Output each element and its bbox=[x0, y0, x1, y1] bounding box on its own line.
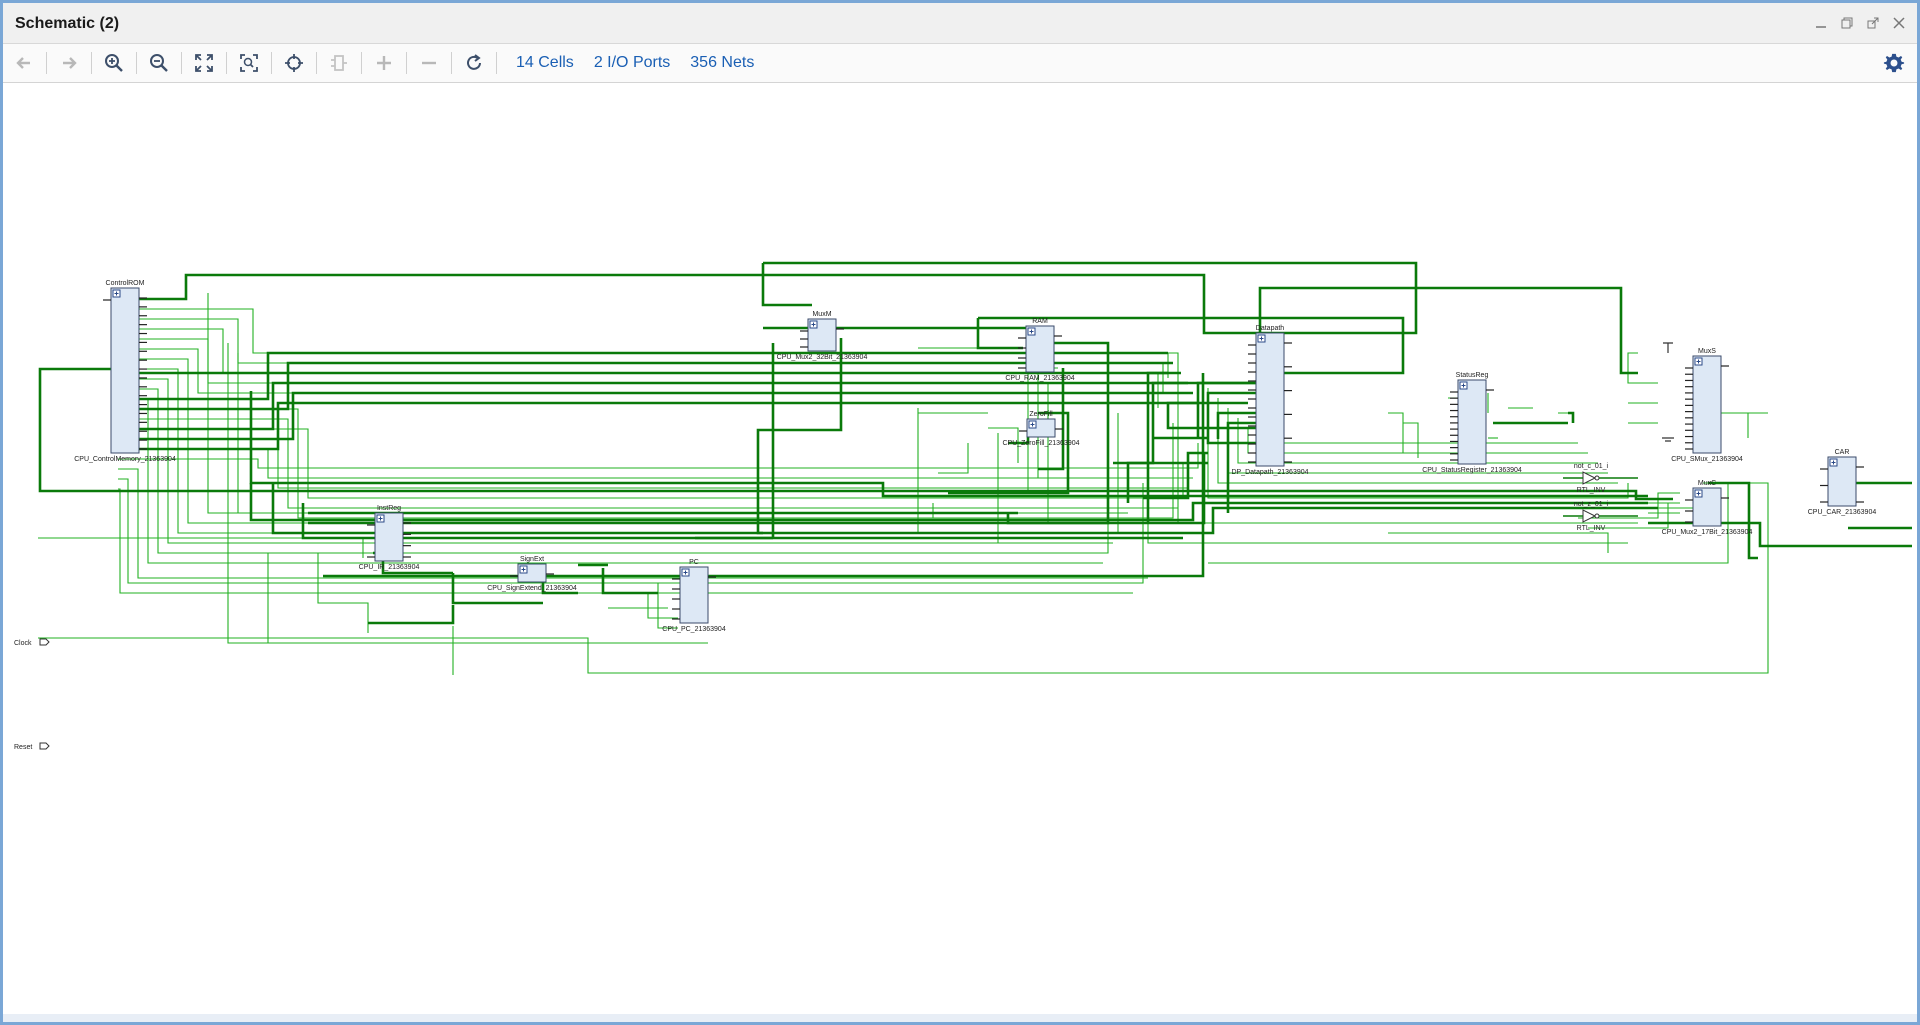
inverter-inv2[interactable]: not_z_01_i RTL_INV bbox=[1563, 501, 1638, 532]
supply-symbols bbox=[1662, 342, 1674, 442]
cell-module-label: CPU_CAR_21363904 bbox=[1808, 509, 1877, 516]
cells-count-link[interactable]: 14 Cells bbox=[516, 54, 574, 72]
minimize-icon[interactable] bbox=[1811, 13, 1831, 33]
io-port-reset[interactable]: Reset bbox=[14, 742, 50, 751]
toolbar-separator bbox=[46, 52, 47, 74]
toolbar-separator bbox=[451, 52, 452, 74]
cell-module-label: CPU_StatusRegister_21363904 bbox=[1422, 467, 1522, 474]
inverter-type-label: RTL_INV bbox=[1577, 487, 1606, 494]
cell-instance-label: MuxC bbox=[1698, 480, 1716, 487]
toolbar-separator bbox=[316, 52, 317, 74]
toolbar-separator bbox=[406, 52, 407, 74]
gear-icon[interactable] bbox=[1883, 52, 1905, 74]
expand-button[interactable] bbox=[318, 48, 360, 78]
cell-module-label: DP_Datapath_21363904 bbox=[1231, 469, 1308, 476]
plus-icon bbox=[377, 56, 391, 70]
zoom-area-icon bbox=[240, 54, 258, 72]
float-icon[interactable] bbox=[1863, 13, 1883, 33]
cell-module-label: CPU_ControlMemory_21363904 bbox=[74, 456, 176, 463]
cell-instance-label: Datapath bbox=[1256, 325, 1285, 332]
zoom-out-icon bbox=[150, 54, 168, 72]
schematic-canvas[interactable]: ControlROM CPU_ControlMemory_21363904 MuxM… bbox=[8, 83, 1912, 1014]
window-controls bbox=[1811, 13, 1909, 33]
cell-module-label: CPU_SignExtend_21363904 bbox=[487, 585, 577, 592]
cell-instance-label: MuxS bbox=[1698, 348, 1716, 355]
cell-muxs[interactable]: MuxS CPU_SMux_21363904 bbox=[1671, 348, 1743, 463]
inverter-type-label: RTL_INV bbox=[1577, 525, 1606, 532]
toolbar-separator bbox=[271, 52, 272, 74]
cell-module-label: CPU_PC_21363904 bbox=[662, 626, 726, 633]
cell-muxm[interactable]: MuxM CPU_Mux2_32Bit_21363904 bbox=[777, 311, 868, 361]
toolbar-separator bbox=[496, 52, 497, 74]
fit-icon bbox=[195, 54, 213, 72]
nets-count-link[interactable]: 356 Nets bbox=[690, 54, 754, 72]
cell-controlrom[interactable]: ControlROM CPU_ControlMemory_21363904 bbox=[74, 280, 176, 463]
cell-instance-label: StatusReg bbox=[1456, 372, 1489, 379]
zoom-out-button[interactable] bbox=[138, 48, 180, 78]
forward-button[interactable] bbox=[48, 48, 90, 78]
remove-button[interactable] bbox=[408, 48, 450, 78]
cell-module-label: CPU_SMux_21363904 bbox=[1671, 456, 1743, 463]
net-group-bus bbox=[38, 261, 1912, 625]
toolbar: 14 Cells 2 I/O Ports 356 Nets bbox=[3, 44, 1917, 83]
restore-icon[interactable] bbox=[1837, 13, 1857, 33]
toolbar-separator bbox=[91, 52, 92, 74]
toolbar-separator bbox=[136, 52, 137, 74]
cell-module-label: CPU_ZeroFill_21363904 bbox=[1002, 440, 1079, 447]
cell-pc[interactable]: PC CPU_PC_21363904 bbox=[662, 559, 726, 633]
close-icon[interactable] bbox=[1889, 13, 1909, 33]
toolbar-separator bbox=[226, 52, 227, 74]
ports-layer: Clock Reset bbox=[14, 638, 50, 751]
select-button[interactable] bbox=[273, 48, 315, 78]
cell-module-label: CPU_RAM_21363904 bbox=[1005, 375, 1074, 382]
refresh-icon bbox=[467, 54, 481, 70]
window-title: Schematic (2) bbox=[15, 15, 120, 32]
cell-instance-label: RAM bbox=[1032, 318, 1048, 325]
toolbar-separator bbox=[181, 52, 182, 74]
cell-module-label: CPU_IR_21363904 bbox=[359, 564, 420, 571]
cell-instance-label: SignExt bbox=[520, 556, 544, 563]
cell-instance-label: InstReg bbox=[377, 505, 401, 512]
inverter-inv1[interactable]: not_c_01_i RTL_INV bbox=[1563, 463, 1638, 494]
back-button[interactable] bbox=[3, 48, 45, 78]
title-bar: Schematic (2) bbox=[3, 3, 1917, 44]
zoom-area-button[interactable] bbox=[228, 48, 270, 78]
cell-instance-label: ControlROM bbox=[106, 280, 145, 287]
zoom-in-button[interactable] bbox=[93, 48, 135, 78]
cell-instance-label: ZeroFill bbox=[1029, 411, 1053, 418]
cell-instance-label: CAR bbox=[1835, 449, 1850, 456]
cell-instance-label: MuxM bbox=[812, 311, 831, 318]
refresh-button[interactable] bbox=[453, 48, 495, 78]
cell-signext[interactable]: SignExt CPU_SignExtend_21363904 bbox=[487, 556, 577, 592]
io-port-label: Reset bbox=[14, 744, 32, 751]
zoom-fit-button[interactable] bbox=[183, 48, 225, 78]
inverter-instance-label: not_c_01_i bbox=[1574, 463, 1609, 470]
cell-module-label: CPU_Mux2_17Bit_21363904 bbox=[1662, 529, 1753, 536]
inverter-instance-label: not_z_01_i bbox=[1574, 501, 1609, 508]
cells-layer: ControlROM CPU_ControlMemory_21363904 MuxM… bbox=[74, 280, 1876, 633]
arrow-left-icon bbox=[16, 57, 30, 69]
io-port-label: Clock bbox=[14, 640, 32, 647]
zoom-in-icon bbox=[105, 54, 123, 72]
io-ports-count-link[interactable]: 2 I/O Ports bbox=[594, 54, 670, 72]
cell-instance-label: PC bbox=[689, 559, 699, 566]
toolbar-separator bbox=[361, 52, 362, 74]
io-port-clock[interactable]: Clock bbox=[14, 638, 50, 647]
cell-icon bbox=[331, 55, 347, 71]
arrow-right-icon bbox=[63, 57, 77, 69]
minus-icon bbox=[422, 61, 436, 65]
status-bar bbox=[3, 1014, 1917, 1022]
crosshair-icon bbox=[285, 54, 303, 72]
add-button[interactable] bbox=[363, 48, 405, 78]
cell-module-label: CPU_Mux2_32Bit_21363904 bbox=[777, 354, 868, 361]
